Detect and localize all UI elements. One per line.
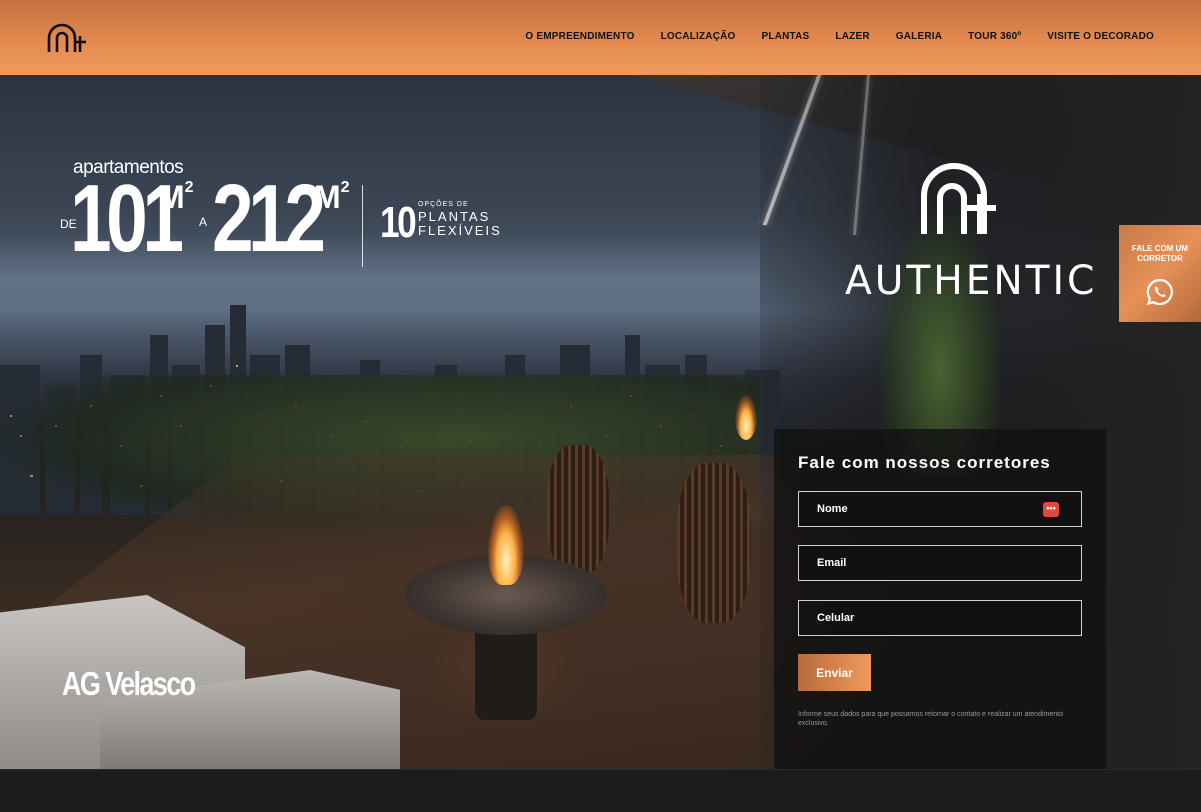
whatsapp-icon <box>1146 278 1173 306</box>
main-nav: O EMPREENDIMENTO LOCALIZAÇÃO PLANTAS LAZ… <box>525 31 1154 42</box>
name-field: ••• <box>798 491 1082 527</box>
nav-galeria[interactable]: GALERIA <box>896 31 942 42</box>
size-min-unit: M2 <box>158 179 194 215</box>
plan-count: 10 <box>380 198 417 247</box>
submit-button[interactable]: Enviar <box>798 654 871 691</box>
authentic-logo-icon[interactable] <box>46 22 88 54</box>
authentic-brand-icon <box>921 163 996 234</box>
nav-localizacao[interactable]: LOCALIZAÇÃO <box>661 31 736 42</box>
cta-label: FALE COM UM CORRETOR <box>1132 244 1188 263</box>
headline-a: A <box>199 215 208 229</box>
email-input[interactable] <box>799 546 1081 580</box>
phone-input[interactable] <box>799 601 1081 635</box>
small-firepit-flame <box>735 395 757 440</box>
hero-banner: apartamentos DE 101 M2 A 212 M2 10 OPÇÕE… <box>0 75 1201 769</box>
authentic-brand-name: AUTHENTIC <box>845 258 1098 304</box>
nav-lazer[interactable]: LAZER <box>835 31 869 42</box>
nav-plantas[interactable]: PLANTAS <box>762 31 810 42</box>
whatsapp-cta-button[interactable]: FALE COM UM CORRETOR <box>1119 225 1201 322</box>
footer-bar <box>0 769 1201 812</box>
lantern-decor <box>677 463 751 623</box>
nav-visite-decorado[interactable]: VISITE O DECORADO <box>1047 31 1154 42</box>
name-input[interactable] <box>799 492 1081 526</box>
autofill-icon[interactable]: ••• <box>1043 502 1059 517</box>
firepit-base <box>475 620 537 720</box>
form-disclaimer: Informe seus dados para que possamos ret… <box>798 711 1063 727</box>
size-max: 212 <box>212 165 326 272</box>
site-header: O EMPREENDIMENTO LOCALIZAÇÃO PLANTAS LAZ… <box>0 0 1201 75</box>
headline-divider <box>362 185 363 267</box>
contact-form-panel: Fale com nossos corretores ••• Enviar In… <box>774 429 1106 769</box>
ag-velasco-logo: AG Velasco <box>62 665 196 702</box>
lantern-decor <box>547 445 609 575</box>
email-field <box>798 545 1082 581</box>
nav-tour-360[interactable]: TOUR 360º <box>968 31 1021 42</box>
firepit-flame <box>488 505 524 585</box>
phone-field <box>798 600 1082 636</box>
form-title: Fale com nossos corretores <box>798 453 1051 472</box>
plan-flexible-label: PLANTAS FLEXÍVEIS <box>418 209 502 238</box>
size-max-unit: M2 <box>314 179 350 215</box>
plan-options-label: OPÇÕES DE <box>418 201 469 208</box>
nav-empreendimento[interactable]: O EMPREENDIMENTO <box>525 31 634 42</box>
